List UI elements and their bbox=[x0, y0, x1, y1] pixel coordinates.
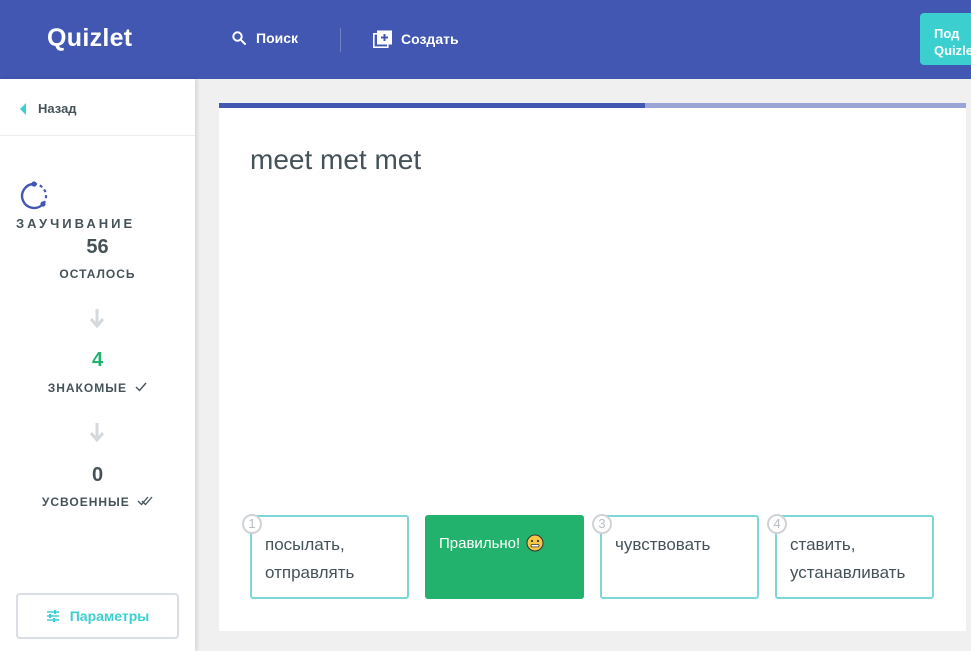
answer-option-text: посылать, отправлять bbox=[265, 535, 355, 582]
search-nav-button[interactable]: Поиск bbox=[232, 30, 298, 46]
remaining-label: ОСТАЛОСЬ bbox=[59, 267, 136, 281]
nav-divider bbox=[340, 28, 341, 52]
back-triangle-icon bbox=[20, 102, 26, 115]
answer-number-badge: 3 bbox=[592, 514, 612, 534]
arrow-down-icon bbox=[89, 309, 105, 328]
correct-feedback-label: Правильно! bbox=[439, 534, 521, 552]
create-nav-label: Создать bbox=[401, 31, 459, 47]
question-card: meet met met посылать, отправлять 1 Прав… bbox=[219, 108, 966, 631]
answer-option-text: ставить, устанавливать bbox=[790, 535, 906, 582]
answer-option-2-correct[interactable]: Правильно! bbox=[425, 515, 584, 599]
add-box-icon bbox=[373, 30, 392, 48]
smiley-emoji bbox=[526, 534, 544, 552]
back-button[interactable]: Назад bbox=[20, 101, 77, 116]
quizlet-logo[interactable]: Quizlet bbox=[47, 24, 132, 53]
learn-sidebar: Назад ЗАУЧИВАНИЕ 56 ОСТАЛОСЬ 4 ЗНАКОМЫЕ … bbox=[0, 79, 195, 651]
search-nav-label: Поиск bbox=[256, 30, 299, 46]
params-label: Параметры bbox=[69, 608, 150, 624]
answer-option-3[interactable]: чувствовать bbox=[600, 515, 759, 599]
arrow-down-icon bbox=[89, 423, 105, 442]
answer-number-badge: 4 bbox=[767, 514, 787, 534]
mode-title: ЗАУЧИВАНИЕ bbox=[16, 216, 136, 231]
check-icon bbox=[135, 382, 147, 392]
mastered-label: УСВОЕННЫЕ bbox=[41, 495, 130, 509]
create-nav-button[interactable]: Создать bbox=[373, 30, 459, 48]
upgrade-label-line2: Quizle bbox=[934, 43, 971, 58]
mastered-label-row: УСВОЕННЫЕ bbox=[0, 495, 195, 509]
sliders-icon bbox=[46, 610, 59, 622]
correct-feedback: Правильно! bbox=[439, 534, 544, 552]
double-check-icon bbox=[137, 496, 153, 506]
answer-number-badge: 1 bbox=[242, 514, 262, 534]
answer-option-1[interactable]: посылать, отправлять bbox=[250, 515, 409, 599]
learn-progress-icon bbox=[20, 181, 48, 210]
familiar-count: 4 bbox=[91, 349, 104, 371]
mastered-count: 0 bbox=[91, 464, 104, 486]
upgrade-label-line1: Под bbox=[934, 26, 960, 41]
upgrade-button[interactable]: Под Quizle bbox=[920, 13, 971, 65]
familiar-label: ЗНАКОМЫЕ bbox=[47, 381, 127, 395]
back-label: Назад bbox=[38, 101, 77, 116]
familiar-label-row: ЗНАКОМЫЕ bbox=[0, 381, 195, 395]
search-icon bbox=[232, 31, 246, 45]
answer-option-4[interactable]: ставить, устанавливать bbox=[775, 515, 934, 599]
question-term: meet met met bbox=[250, 144, 422, 175]
remaining-count: 56 bbox=[86, 236, 109, 258]
top-nav-bar: Quizlet Поиск Создать Под Quizle bbox=[0, 0, 971, 79]
sidebar-divider bbox=[0, 135, 195, 136]
answer-option-text: чувствовать bbox=[615, 535, 711, 554]
params-button[interactable]: Параметры bbox=[16, 593, 179, 639]
